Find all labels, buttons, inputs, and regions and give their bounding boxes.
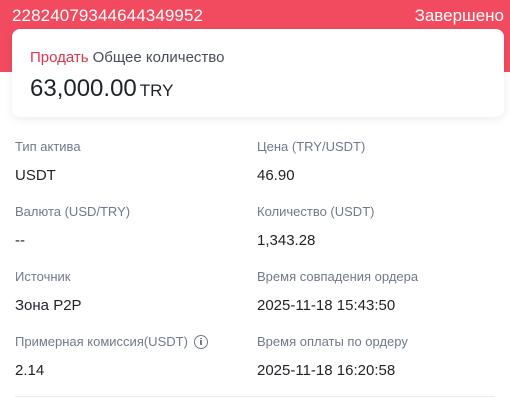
price-label: Цена (TRY/USDT) [257, 139, 366, 154]
price-value: 46.90 [257, 167, 295, 184]
source-value: Зона P2P [15, 297, 82, 314]
total-amount-label: Общее количество [92, 49, 225, 66]
quantity-label: Количество (USDT) [257, 204, 375, 219]
payment-time-label: Время оплаты по ордеру [257, 334, 408, 349]
asset-type-field: Тип актива USDT [15, 139, 255, 184]
total-amount-value: 63,000.00 [30, 75, 137, 102]
fee-label-row: Примерная комиссия(USDT) [15, 334, 255, 349]
quantity-field: Количество (USDT) 1,343.28 [257, 204, 497, 249]
asset-type-value: USDT [15, 167, 56, 184]
fee-field: Примерная комиссия(USDT) 2.14 [15, 334, 255, 379]
total-amount: 63,000.00 TRY [30, 75, 173, 103]
match-time-field: Время совпадения ордера 2025-11-18 15:43… [257, 269, 497, 314]
payment-time-value: 2025-11-18 16:20:58 [257, 362, 396, 379]
order-summary-card: Продать Общее количество 63,000.00 TRY [12, 29, 504, 117]
fee-label: Примерная комиссия(USDT) [15, 334, 188, 349]
bottom-divider [15, 396, 495, 397]
currency-pair-field: Валюта (USD/TRY) -- [15, 204, 255, 249]
trade-side-label: Продать [30, 49, 89, 66]
match-time-label: Время совпадения ордера [257, 269, 419, 284]
currency-pair-label: Валюта (USD/TRY) [15, 204, 131, 219]
payment-time-field: Время оплаты по ордеру 2025-11-18 16:20:… [257, 334, 497, 379]
total-amount-currency: TRY [139, 81, 174, 100]
source-label: Источник [15, 269, 71, 284]
currency-pair-value: -- [15, 232, 25, 249]
match-time-value: 2025-11-18 15:43:50 [257, 297, 396, 314]
info-icon[interactable] [193, 334, 208, 349]
asset-type-label: Тип актива [15, 139, 81, 154]
price-field: Цена (TRY/USDT) 46.90 [257, 139, 497, 184]
order-id: 22824079344644349952 [12, 6, 204, 25]
quantity-value: 1,343.28 [257, 232, 316, 249]
fee-value: 2.14 [15, 362, 45, 379]
summary-title: Продать Общее количество [30, 49, 224, 66]
order-status: Завершено [414, 6, 504, 25]
source-field: Источник Зона P2P [15, 269, 255, 314]
